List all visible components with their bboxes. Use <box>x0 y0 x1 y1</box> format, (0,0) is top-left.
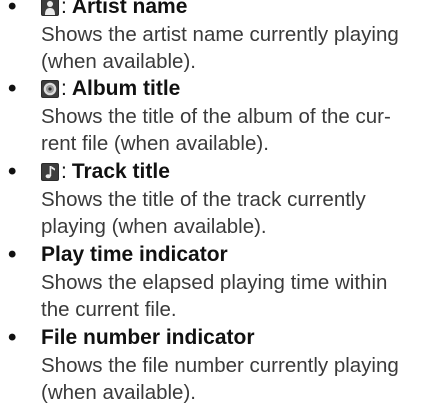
item-title-line: : Artist name <box>41 0 422 21</box>
item-title-line: File number indicator <box>41 323 422 352</box>
list-item-album-title: • : Album title Shows the title of the a… <box>0 74 422 158</box>
item-description-line: the current file. <box>41 298 177 321</box>
item-description-line: (when available). <box>41 50 196 73</box>
list-item-artist-name: • : Artist name Shows the artist name cu… <box>0 0 422 76</box>
feature-list: • : Artist name Shows the artist name cu… <box>0 0 422 420</box>
item-description-line: Shows the title of the track currently <box>41 188 366 211</box>
bullet: • <box>8 241 17 268</box>
item-title-line: : Track title <box>41 157 422 186</box>
bullet: • <box>8 0 17 20</box>
bullet: • <box>8 324 17 351</box>
item-title: Album title <box>71 76 181 100</box>
item-description-line: (when available). <box>41 381 196 404</box>
colon: : <box>61 0 67 18</box>
list-item-track-title: • : Track title Shows the title of the t… <box>0 157 422 241</box>
item-title-line: : Album title <box>41 74 422 103</box>
item-title: File number indicator <box>41 325 255 349</box>
item-title: Artist name <box>71 0 188 18</box>
item-description-line: Shows the file number currently playing <box>41 354 399 377</box>
album-disc-icon <box>41 79 59 98</box>
bullet: • <box>8 158 17 185</box>
bullet: • <box>8 75 17 102</box>
item-title: Play time indicator <box>41 242 228 266</box>
list-item-play-time-indicator: • Play time indicator Shows the elapsed … <box>0 240 422 324</box>
item-description-line: Shows the title of the album of the cur- <box>41 105 391 128</box>
item-title: Track title <box>71 159 170 183</box>
colon: : <box>61 159 67 183</box>
colon: : <box>61 76 67 100</box>
item-description-line: rent file (when available). <box>41 132 269 155</box>
item-description-line: Shows the elapsed playing time within <box>41 271 388 294</box>
item-description-line: playing (when available). <box>41 215 267 238</box>
artist-icon <box>41 0 59 16</box>
music-note-icon <box>41 162 59 181</box>
item-description-line: Shows the artist name currently playing <box>41 23 399 46</box>
list-item-file-number-indicator: • File number indicator Shows the file n… <box>0 323 422 407</box>
item-title-line: Play time indicator <box>41 240 422 269</box>
